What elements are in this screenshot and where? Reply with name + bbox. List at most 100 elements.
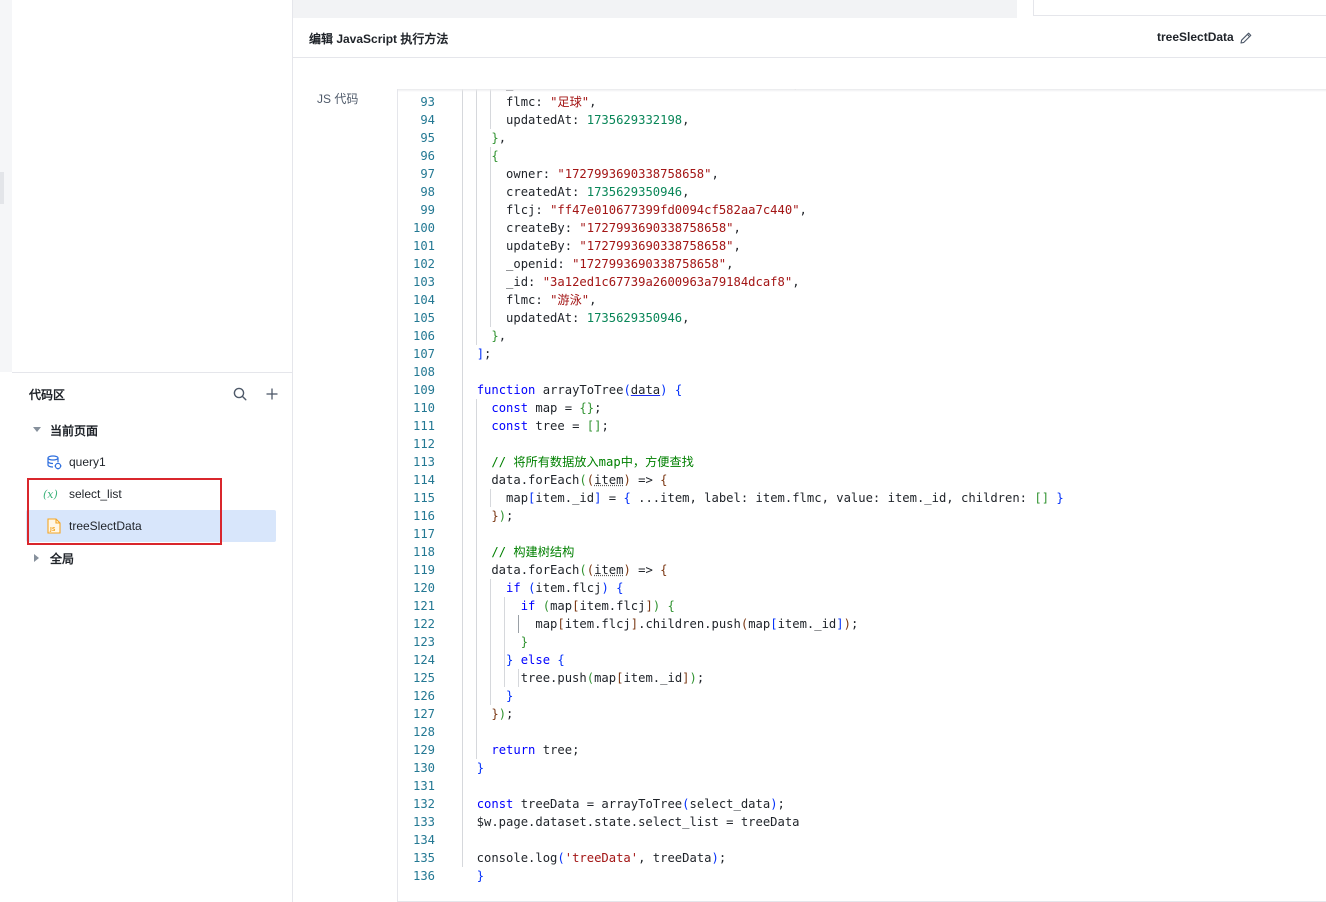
code-text[interactable]: map[item._id] = { ...item, label: item.f… <box>462 489 1064 507</box>
code-text[interactable] <box>462 831 477 849</box>
add-icon[interactable] <box>263 385 281 403</box>
code-line[interactable]: 124 } else { <box>398 651 1326 669</box>
code-text[interactable]: owner: "1727993690338758658", <box>462 165 719 183</box>
code-text[interactable]: data.forEach((item) => { <box>462 561 667 579</box>
code-text[interactable]: updatedAt: 1735629350946, <box>462 309 689 327</box>
code-text[interactable] <box>462 723 477 741</box>
tree-group-global[interactable]: 全局 <box>26 542 276 574</box>
code-line[interactable]: 136 } <box>398 867 1326 885</box>
code-text[interactable]: }); <box>462 705 513 723</box>
code-text[interactable]: function arrayToTree(data) { <box>462 381 683 399</box>
code-line[interactable]: 119 data.forEach((item) => { <box>398 561 1326 579</box>
tree-item-tree-slect-data[interactable]: JS treeSlectData <box>26 510 276 542</box>
code-text[interactable]: updateBy: "1727993690338758658", <box>462 237 741 255</box>
code-text[interactable]: _id: "3a12ed1c67739a2600963a79184dcaf8", <box>462 273 800 291</box>
code-line[interactable]: 123 } <box>398 633 1326 651</box>
code-text[interactable] <box>462 435 477 453</box>
code-lines[interactable]: 92 _id: "4d5c11b5677395a14b6c5ff41b7d4e2… <box>398 89 1326 885</box>
code-text[interactable]: const tree = []; <box>462 417 608 435</box>
code-text[interactable]: // 将所有数据放入map中，方便查找 <box>462 453 693 471</box>
code-text[interactable]: }); <box>462 507 513 525</box>
code-text[interactable]: _openid: "1727993690338758658", <box>462 255 733 273</box>
code-text[interactable]: tree.push(map[item._id]); <box>462 669 705 687</box>
code-line[interactable]: 110 const map = {}; <box>398 399 1326 417</box>
code-text[interactable]: console.log('treeData', treeData); <box>462 849 727 867</box>
code-line[interactable]: 131 <box>398 777 1326 795</box>
code-line[interactable]: 94 updatedAt: 1735629332198, <box>398 111 1326 129</box>
code-line[interactable]: 135 console.log('treeData', treeData); <box>398 849 1326 867</box>
code-line[interactable]: 112 <box>398 435 1326 453</box>
code-line[interactable]: 128 <box>398 723 1326 741</box>
tree-group-current-page[interactable]: 当前页面 <box>26 414 276 446</box>
code-line[interactable]: 100 createBy: "1727993690338758658", <box>398 219 1326 237</box>
code-line[interactable]: 107 ]; <box>398 345 1326 363</box>
code-text[interactable]: }, <box>462 327 506 345</box>
code-line[interactable]: 98 createdAt: 1735629350946, <box>398 183 1326 201</box>
tree-item-query1[interactable]: query1 <box>26 446 276 478</box>
code-line[interactable]: 127 }); <box>398 705 1326 723</box>
code-line[interactable]: 126 } <box>398 687 1326 705</box>
panel-resize-handle[interactable] <box>0 172 4 204</box>
code-text[interactable]: } else { <box>462 651 565 669</box>
method-name[interactable]: treeSlectData <box>1157 30 1234 44</box>
code-line[interactable]: 102 _openid: "1727993690338758658", <box>398 255 1326 273</box>
code-text[interactable] <box>462 363 477 381</box>
code-text[interactable]: } <box>462 759 484 777</box>
code-text[interactable]: } <box>462 633 528 651</box>
code-text[interactable]: map[item.flcj].children.push(map[item._i… <box>462 615 858 633</box>
code-text[interactable]: if (item.flcj) { <box>462 579 623 597</box>
code-line[interactable]: 111 const tree = []; <box>398 417 1326 435</box>
code-text[interactable]: flcj: "ff47e010677399fd0094cf582aa7c440"… <box>462 201 807 219</box>
code-line[interactable]: 132 const treeData = arrayToTree(select_… <box>398 795 1326 813</box>
code-text[interactable]: $w.page.dataset.state.select_list = tree… <box>462 813 800 831</box>
code-editor[interactable]: 92 _id: "4d5c11b5677395a14b6c5ff41b7d4e2… <box>397 89 1326 902</box>
code-line[interactable]: 134 <box>398 831 1326 849</box>
code-text[interactable]: data.forEach((item) => { <box>462 471 667 489</box>
search-icon[interactable] <box>231 385 249 403</box>
code-line[interactable]: 106 }, <box>398 327 1326 345</box>
edit-pencil-icon[interactable] <box>1239 31 1253 45</box>
code-line[interactable]: 96 { <box>398 147 1326 165</box>
code-line[interactable]: 120 if (item.flcj) { <box>398 579 1326 597</box>
code-line[interactable]: 116 }); <box>398 507 1326 525</box>
code-line[interactable]: 121 if (map[item.flcj]) { <box>398 597 1326 615</box>
code-text[interactable]: createBy: "1727993690338758658", <box>462 219 741 237</box>
code-line[interactable]: 109 function arrayToTree(data) { <box>398 381 1326 399</box>
code-text[interactable]: { <box>462 147 498 165</box>
code-text[interactable]: // 构建树结构 <box>462 543 574 561</box>
code-line[interactable]: 122 map[item.flcj].children.push(map[ite… <box>398 615 1326 633</box>
code-text[interactable]: return tree; <box>462 741 579 759</box>
code-text[interactable]: } <box>462 687 513 705</box>
code-line[interactable]: 125 tree.push(map[item._id]); <box>398 669 1326 687</box>
caret-down-icon[interactable] <box>32 425 42 435</box>
code-line[interactable]: 118 // 构建树结构 <box>398 543 1326 561</box>
code-line[interactable]: 95 }, <box>398 129 1326 147</box>
code-line[interactable]: 93 flmc: "足球", <box>398 93 1326 111</box>
code-line[interactable]: 130 } <box>398 759 1326 777</box>
code-text[interactable]: createdAt: 1735629350946, <box>462 183 689 201</box>
code-line[interactable]: 113 // 将所有数据放入map中，方便查找 <box>398 453 1326 471</box>
code-line[interactable]: 108 <box>398 363 1326 381</box>
code-line[interactable]: 99 flcj: "ff47e010677399fd0094cf582aa7c4… <box>398 201 1326 219</box>
code-text[interactable] <box>462 525 477 543</box>
code-line[interactable]: 114 data.forEach((item) => { <box>398 471 1326 489</box>
code-text[interactable]: if (map[item.flcj]) { <box>462 597 675 615</box>
code-line[interactable]: 115 map[item._id] = { ...item, label: it… <box>398 489 1326 507</box>
code-text[interactable]: flmc: "游泳", <box>462 291 596 309</box>
tree-item-select-list[interactable]: (x) select_list <box>26 478 276 510</box>
caret-right-icon[interactable] <box>32 553 42 563</box>
code-text[interactable]: const map = {}; <box>462 399 601 417</box>
code-text[interactable]: updatedAt: 1735629332198, <box>462 111 689 129</box>
code-text[interactable]: } <box>462 867 484 885</box>
code-line[interactable]: 97 owner: "1727993690338758658", <box>398 165 1326 183</box>
code-text[interactable] <box>462 777 477 795</box>
code-text[interactable]: ]; <box>462 345 492 363</box>
code-text[interactable]: const treeData = arrayToTree(select_data… <box>462 795 785 813</box>
code-line[interactable]: 133 $w.page.dataset.state.select_list = … <box>398 813 1326 831</box>
code-line[interactable]: 104 flmc: "游泳", <box>398 291 1326 309</box>
code-text[interactable]: }, <box>462 129 506 147</box>
code-text[interactable]: flmc: "足球", <box>462 93 596 111</box>
code-line[interactable]: 117 <box>398 525 1326 543</box>
code-line[interactable]: 105 updatedAt: 1735629350946, <box>398 309 1326 327</box>
code-line[interactable]: 101 updateBy: "1727993690338758658", <box>398 237 1326 255</box>
